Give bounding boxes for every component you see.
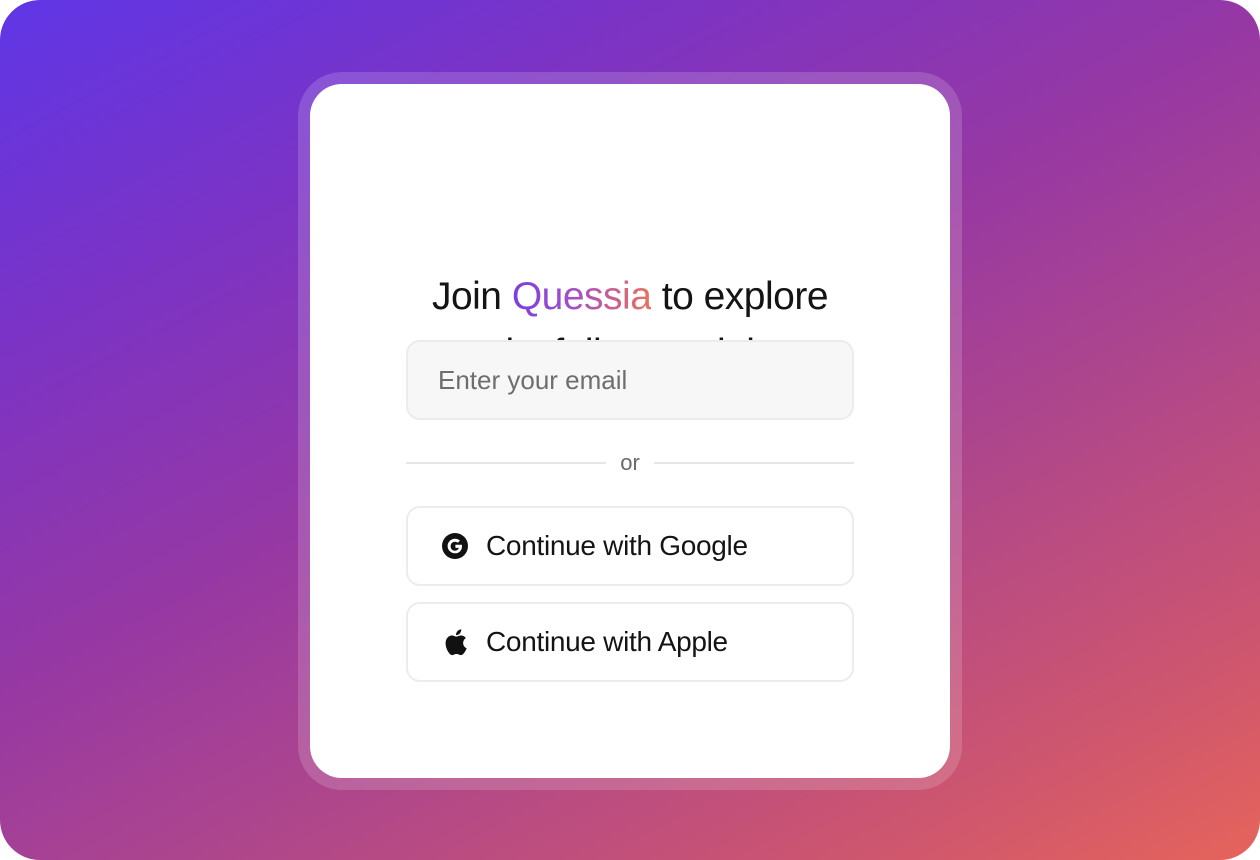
or-divider: or [406,450,854,476]
divider-line-right [654,462,854,464]
signup-card: Join Quessia to explore its full potenti… [310,84,950,778]
google-button-label: Continue with Google [486,530,748,561]
headline-suffix: to explore [651,275,829,318]
email-field[interactable] [406,340,854,420]
google-icon [440,531,470,561]
continue-with-google-button[interactable]: Continue with Google [406,506,854,586]
brand-name: Quessia [511,275,652,318]
headline-prefix: Join [431,275,512,318]
apple-button-label: Continue with Apple [486,626,728,657]
continue-with-apple-button[interactable]: Continue with Apple [406,602,854,682]
background: Join Quessia to explore its full potenti… [0,0,1260,860]
apple-icon [440,627,470,657]
